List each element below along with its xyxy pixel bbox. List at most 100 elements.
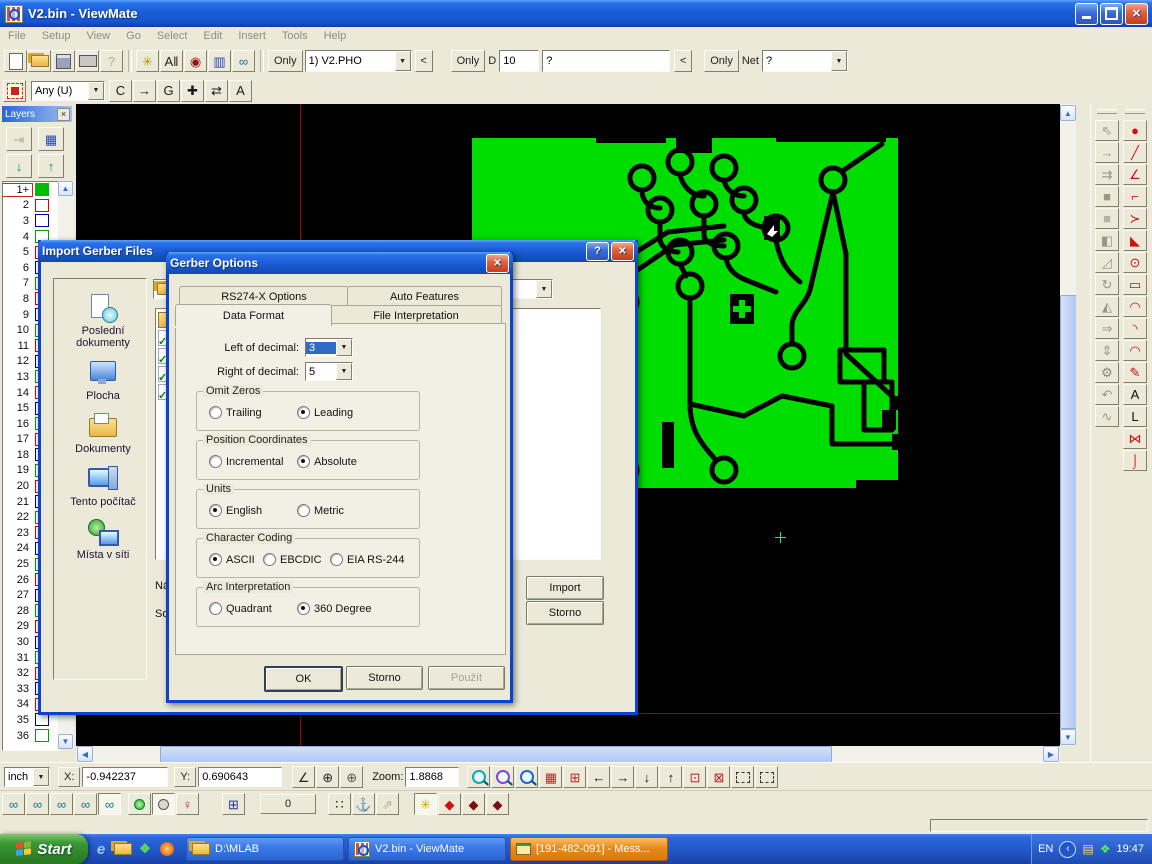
view-lines-button[interactable]: ∞ — [26, 793, 49, 815]
menu-go[interactable]: Go — [118, 30, 149, 42]
aperture-table-button[interactable]: ⊞ — [222, 793, 245, 815]
pad-display-button[interactable]: ◉ — [184, 50, 207, 72]
aperture-outline-button[interactable]: ◆ — [462, 793, 485, 815]
tray-messenger-icon[interactable]: ▤ — [1082, 842, 1093, 856]
layer-row[interactable]: 1+ — [3, 182, 59, 198]
radio-english[interactable]: English — [209, 504, 262, 517]
place-desktop[interactable]: Plocha — [57, 358, 149, 402]
polyline-tool-button[interactable]: ∠ — [1123, 164, 1147, 185]
layers-panel-close-icon[interactable]: × — [57, 108, 70, 121]
chevron-down-icon[interactable]: ▼ — [88, 82, 104, 100]
place-my-computer[interactable]: Tento počítač — [57, 464, 149, 508]
move-origin-button[interactable]: → — [1095, 142, 1119, 163]
selection-filter-combo[interactable]: Any (U) ▼ — [31, 81, 105, 101]
import-button[interactable]: Import — [526, 576, 604, 600]
radio-ascii[interactable]: ASCII — [209, 553, 255, 566]
settings-gear-button[interactable]: ⚙ — [1095, 362, 1119, 383]
view-all-button[interactable]: ∞ — [2, 793, 25, 815]
view-selected-button[interactable]: ∞ — [74, 793, 97, 815]
probe-button[interactable]: ♀ — [176, 793, 199, 815]
help-icon[interactable]: ? — [586, 242, 609, 261]
taskbar-task-viewmate[interactable]: V2.bin - ViewMate — [348, 837, 506, 861]
pad-tool-button[interactable]: ● — [1123, 120, 1147, 141]
text-tool-button[interactable]: A — [1123, 384, 1147, 405]
mirror-copy-button[interactable]: ◭ — [1095, 296, 1119, 317]
scroll-up-icon[interactable]: ▲ — [1060, 105, 1076, 121]
maximize-button[interactable] — [1100, 3, 1123, 25]
rotate-button[interactable]: ↻ — [1095, 274, 1119, 295]
flip-horizontal-button[interactable]: ◧ — [1095, 230, 1119, 251]
place-network[interactable]: Místa v síti — [57, 517, 149, 561]
flip-vertical-button[interactable]: ◿ — [1095, 252, 1119, 273]
rectangle-tool-button[interactable]: ▭ — [1123, 274, 1147, 295]
pan-left-button[interactable]: ← — [587, 766, 610, 788]
chevron-down-icon[interactable]: ▼ — [33, 768, 49, 786]
apply-button[interactable]: Použít — [428, 666, 505, 690]
bowtie-tool-button[interactable]: ⋈ — [1123, 428, 1147, 449]
bracket-tool-button[interactable]: ⌡ — [1123, 450, 1147, 471]
layer-colors-button[interactable]: ▥ — [208, 50, 231, 72]
place-documents[interactable]: Dokumenty — [57, 411, 149, 455]
fill-light-button[interactable]: ■ — [1095, 208, 1119, 229]
menu-tools[interactable]: Tools — [274, 30, 316, 42]
cancel-button[interactable]: Storno — [526, 601, 604, 625]
move-to-layer-button[interactable]: ⇒ — [1095, 318, 1119, 339]
chevron-down-icon[interactable]: ▼ — [831, 51, 847, 71]
quicklaunch-ie-icon[interactable]: e — [92, 840, 110, 858]
y-coordinate-button[interactable]: Y: — [174, 767, 196, 787]
goto-next-button[interactable]: → — [133, 80, 156, 102]
chain-select-button[interactable]: ∿ — [1095, 406, 1119, 427]
dcode-filter-input[interactable]: ? — [542, 50, 670, 72]
pan-right-button[interactable]: → — [611, 766, 634, 788]
taskbar-task-mlab[interactable]: D:\MLAB — [186, 837, 344, 861]
layer-color-swatch[interactable] — [35, 183, 49, 196]
arc2-tool-button[interactable]: ◠ — [1123, 340, 1147, 361]
taskbar-task-message[interactable]: [191-482-091] - Mess... — [510, 837, 668, 861]
menu-select[interactable]: Select — [149, 30, 196, 42]
quicklaunch-book-icon[interactable]: ❖ — [136, 840, 154, 858]
new-file-button[interactable] — [4, 50, 27, 72]
curve-tool-button[interactable]: ◝ — [1123, 318, 1147, 339]
layer-up-button[interactable]: ↑ — [38, 154, 64, 178]
layer-row[interactable]: 2 — [3, 198, 59, 214]
tab-rs274x-options[interactable]: RS274-X Options — [179, 286, 349, 306]
only-net-button[interactable]: Only — [704, 50, 739, 72]
grid-cross-button[interactable]: ⊞ — [563, 766, 586, 788]
aperture-center-button[interactable]: ◆ — [486, 793, 509, 815]
only-layer-button[interactable]: Only — [268, 50, 303, 72]
chevron-down-icon[interactable]: ▼ — [536, 280, 552, 298]
anchor-button[interactable]: ⚓ — [352, 793, 375, 815]
layer-color-swatch[interactable] — [35, 729, 49, 742]
aperture-flash-button[interactable]: ✳ — [136, 50, 159, 72]
scroll-left-icon[interactable]: ◀ — [77, 746, 93, 762]
arc-tool-button[interactable]: ◠ — [1123, 296, 1147, 317]
grid-dots-button[interactable]: ∷ — [328, 793, 351, 815]
highlight-pad-button[interactable]: ✚ — [181, 80, 204, 102]
grid-copy-button[interactable]: ⊡ — [683, 766, 706, 788]
tab-file-interpretation[interactable]: File Interpretation — [330, 305, 502, 325]
select-area-button[interactable] — [731, 766, 754, 788]
print-button[interactable] — [76, 50, 99, 72]
grid-frame-button[interactable]: ▦ — [539, 766, 562, 788]
save-file-button[interactable] — [52, 50, 75, 72]
radio-leading[interactable]: Leading — [297, 406, 353, 419]
gerber-options-title-bar[interactable]: Gerber Options ✕ — [166, 252, 513, 274]
menu-insert[interactable]: Insert — [230, 30, 274, 42]
previous-dcode-button[interactable]: < — [674, 50, 692, 72]
layer-table-button[interactable]: ▦ — [38, 127, 64, 151]
horizontal-scrollbar[interactable]: ◀ ▶ — [76, 746, 1060, 762]
select-arrow-button[interactable]: ⇖ — [1095, 120, 1119, 141]
close-icon[interactable]: ✕ — [486, 254, 509, 273]
only-dcode-button[interactable]: Only — [451, 50, 486, 72]
zoom-in-button[interactable] — [467, 766, 490, 788]
chevron-down-icon[interactable]: ▼ — [395, 51, 411, 71]
snap-origin-button[interactable]: ⊕ — [340, 766, 363, 788]
layer-down-button[interactable]: ↓ — [6, 154, 32, 178]
dcode-text-button[interactable]: A‖ — [160, 50, 183, 72]
context-help-button[interactable]: ? — [100, 50, 123, 72]
units-combo[interactable]: inch ▼ — [4, 767, 50, 787]
ok-button[interactable]: OK — [264, 666, 343, 692]
radio-absolute[interactable]: Absolute — [297, 455, 357, 468]
stretch-button[interactable]: ⇗ — [376, 793, 399, 815]
layer-row[interactable]: 3 — [3, 213, 59, 229]
